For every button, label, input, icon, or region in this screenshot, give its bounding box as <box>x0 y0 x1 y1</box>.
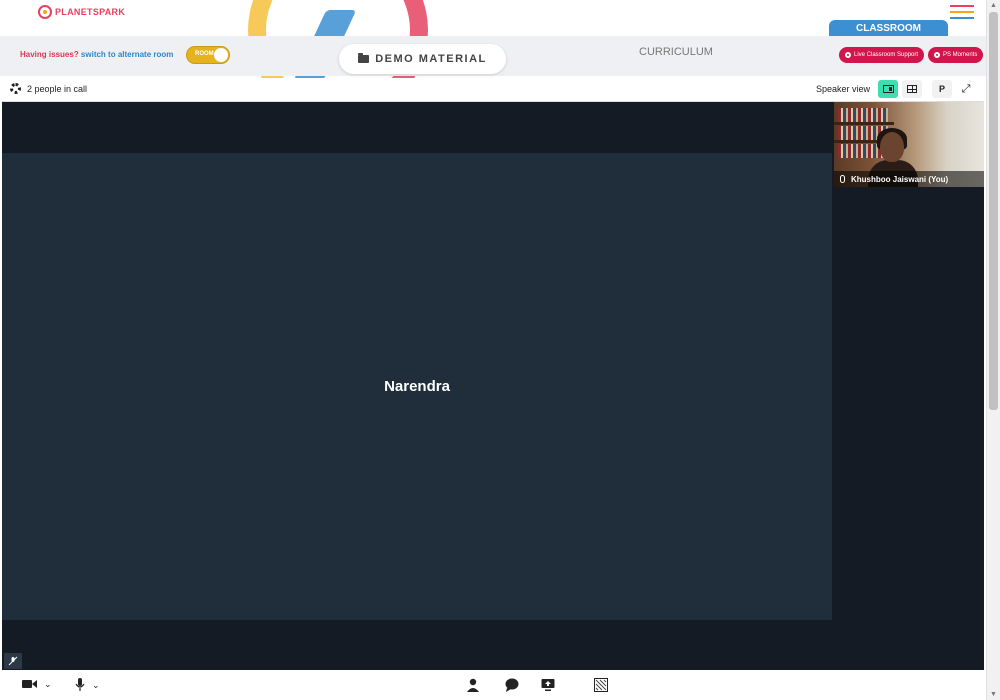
ps-moments-button[interactable]: PS Moments <box>928 47 984 63</box>
participants-button[interactable] <box>466 678 480 692</box>
call-info: 2 people in call <box>10 83 87 94</box>
camera-icon <box>22 680 37 688</box>
fullscreen-button[interactable]: ⤢ <box>956 80 976 98</box>
microphone-control[interactable]: ⌄ <box>74 678 100 692</box>
camera-control[interactable]: ⌄ <box>22 678 52 690</box>
app-root: PLANETSPARK CLASSROOM Having issues? swi… <box>0 0 1000 700</box>
microphone-icon <box>75 678 85 691</box>
demo-material-button[interactable]: DEMO MATERIAL <box>339 44 506 74</box>
issues-text: Having issues? <box>20 50 79 59</box>
logo-text-spark: SPARK <box>92 7 126 17</box>
live-support-label: Live Classroom Support <box>854 52 919 58</box>
whiteboard-button[interactable] <box>594 678 608 692</box>
top-header: PLANETSPARK CLASSROOM <box>0 0 986 120</box>
logo-text-planet: PLANET <box>55 7 93 17</box>
hamburger-line-1 <box>950 5 974 7</box>
chevron-down-icon[interactable]: ⌄ <box>44 679 52 690</box>
self-caption: Khushboo Jaiswani (You) <box>834 171 984 187</box>
toggle-label: ROOM <box>195 51 214 57</box>
moments-icon <box>934 52 940 58</box>
bookshelf-shelf <box>834 122 894 125</box>
support-icon <box>845 52 851 58</box>
p-button[interactable]: P <box>932 80 952 98</box>
grid-view-icon <box>907 85 917 93</box>
muted-mic-glyph <box>8 656 18 666</box>
hamburger-icon[interactable] <box>950 5 974 19</box>
logo-text: PLANETSPARK <box>55 7 125 17</box>
main-participant-name: Narendra <box>384 378 450 395</box>
chat-icon <box>505 678 519 692</box>
expand-icon: ⤢ <box>961 82 971 95</box>
bookshelf-books <box>838 108 888 122</box>
gear-icon[interactable] <box>10 83 21 94</box>
alternate-room-toggle[interactable]: ROOM <box>186 46 230 64</box>
main-video-tile[interactable]: Narendra <box>2 153 832 669</box>
grid-view-button[interactable] <box>902 80 922 98</box>
person-icon <box>467 678 479 692</box>
hamburger-line-3 <box>950 17 974 19</box>
people-count: 2 people in call <box>27 83 88 94</box>
page-scrollbar[interactable]: ▲ ▼ <box>986 0 1000 700</box>
chat-button[interactable] <box>505 678 519 692</box>
muted-mic-icon <box>4 653 22 669</box>
whiteboard-icon <box>594 678 608 692</box>
planetspark-logo[interactable]: PLANETSPARK <box>38 5 125 19</box>
view-controls: Speaker view P ⤢ <box>816 80 976 98</box>
switch-room-link[interactable]: switch to alternate room <box>81 50 173 59</box>
call-toolbar: 2 people in call Speaker view P ⤢ <box>2 78 984 102</box>
live-support-button[interactable]: Live Classroom Support <box>839 47 925 63</box>
self-participant-name: Khushboo Jaiswani (You) <box>851 174 949 184</box>
self-video-tile[interactable]: Khushboo Jaiswani (You) <box>834 102 984 187</box>
speaker-view-icon <box>882 85 894 93</box>
logo-mark-icon <box>38 5 52 19</box>
screen-share-icon <box>541 679 555 691</box>
speaker-view-button[interactable] <box>878 80 898 98</box>
video-stage: Narendra Khushboo Jaiswani (You) <box>2 102 984 670</box>
ps-moments-label: PS Moments <box>943 52 978 58</box>
scrollbar-thumb[interactable] <box>989 12 998 410</box>
screen-share-button[interactable] <box>541 678 555 692</box>
demo-material-label: DEMO MATERIAL <box>375 53 487 65</box>
folder-icon <box>358 53 370 63</box>
meeting-controls: ⌄ ⌄ <box>0 672 986 700</box>
hamburger-line-2 <box>950 11 974 13</box>
mic-icon <box>840 175 845 183</box>
person-head <box>880 132 904 162</box>
issues-notice: Having issues? switch to alternate room <box>20 50 173 59</box>
view-mode-label: Speaker view <box>815 84 870 94</box>
chevron-down-icon[interactable]: ⌄ <box>92 680 100 691</box>
tab-curriculum[interactable]: CURRICULUM <box>639 46 713 58</box>
scroll-down-icon[interactable]: ▼ <box>990 691 997 698</box>
toggle-knob <box>214 48 228 62</box>
scroll-up-icon[interactable]: ▲ <box>990 2 997 9</box>
